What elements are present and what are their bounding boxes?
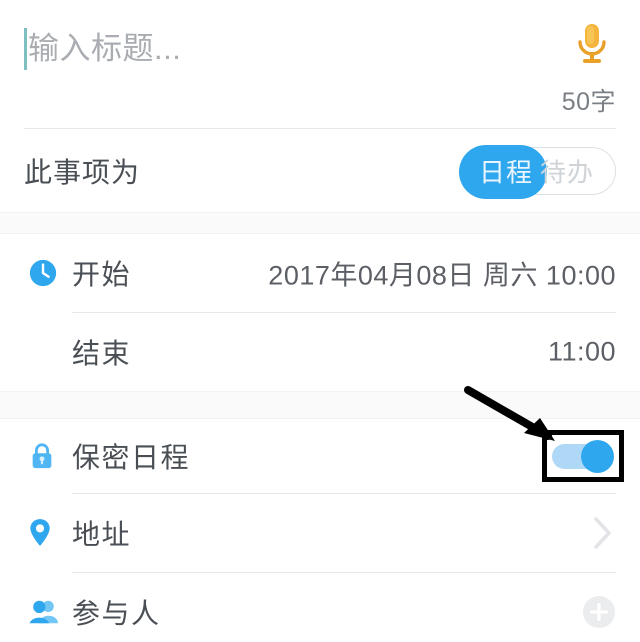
annotation-highlight-box <box>542 430 624 482</box>
private-schedule-toggle[interactable] <box>552 440 614 473</box>
clock-icon <box>24 253 72 293</box>
add-participant-button[interactable] <box>580 593 618 631</box>
end-time-label: 结束 <box>72 338 132 369</box>
address-label: 地址 <box>72 519 132 550</box>
event-type-label: 此事项为 <box>24 156 141 188</box>
event-editor-screen: 输入标题... 50字 此事项为 待办 日程 开始 2017年04月08日 周六… <box>0 0 640 642</box>
section-gap-1 <box>0 212 640 234</box>
start-time-value: 2017年04月08日 周六 10:00 <box>268 260 616 291</box>
text-caret <box>24 28 27 70</box>
event-type-segmented-control[interactable]: 待办 日程 <box>459 144 616 199</box>
private-schedule-row[interactable]: 保密日程 <box>0 419 640 493</box>
address-row[interactable]: 地址 <box>0 494 640 572</box>
character-limit-label: 50字 <box>561 88 616 116</box>
title-input[interactable]: 输入标题... <box>24 28 181 70</box>
end-time-row[interactable]: 结束 11:00 <box>0 313 640 391</box>
participants-label: 参与人 <box>72 598 161 629</box>
title-placeholder: 输入标题... <box>28 31 182 66</box>
private-schedule-label: 保密日程 <box>72 442 191 473</box>
toggle-knob[interactable] <box>581 440 614 473</box>
event-type-row: 此事项为 待办 日程 <box>0 129 640 212</box>
people-icon <box>24 592 72 632</box>
end-time-value: 11:00 <box>547 336 616 367</box>
end-time-icon-placeholder <box>24 332 72 372</box>
title-row: 输入标题... 50字 <box>0 0 640 128</box>
section-gap-2 <box>0 391 640 419</box>
location-pin-icon <box>24 513 72 553</box>
participants-row[interactable]: 参与人 <box>0 573 640 642</box>
start-time-label: 开始 <box>72 259 132 290</box>
start-time-row[interactable]: 开始 2017年04月08日 周六 10:00 <box>0 234 640 312</box>
segment-option-schedule[interactable]: 日程 <box>471 152 541 189</box>
chevron-right-icon[interactable] <box>592 515 614 551</box>
lock-icon <box>24 436 72 476</box>
microphone-icon[interactable] <box>574 22 610 66</box>
